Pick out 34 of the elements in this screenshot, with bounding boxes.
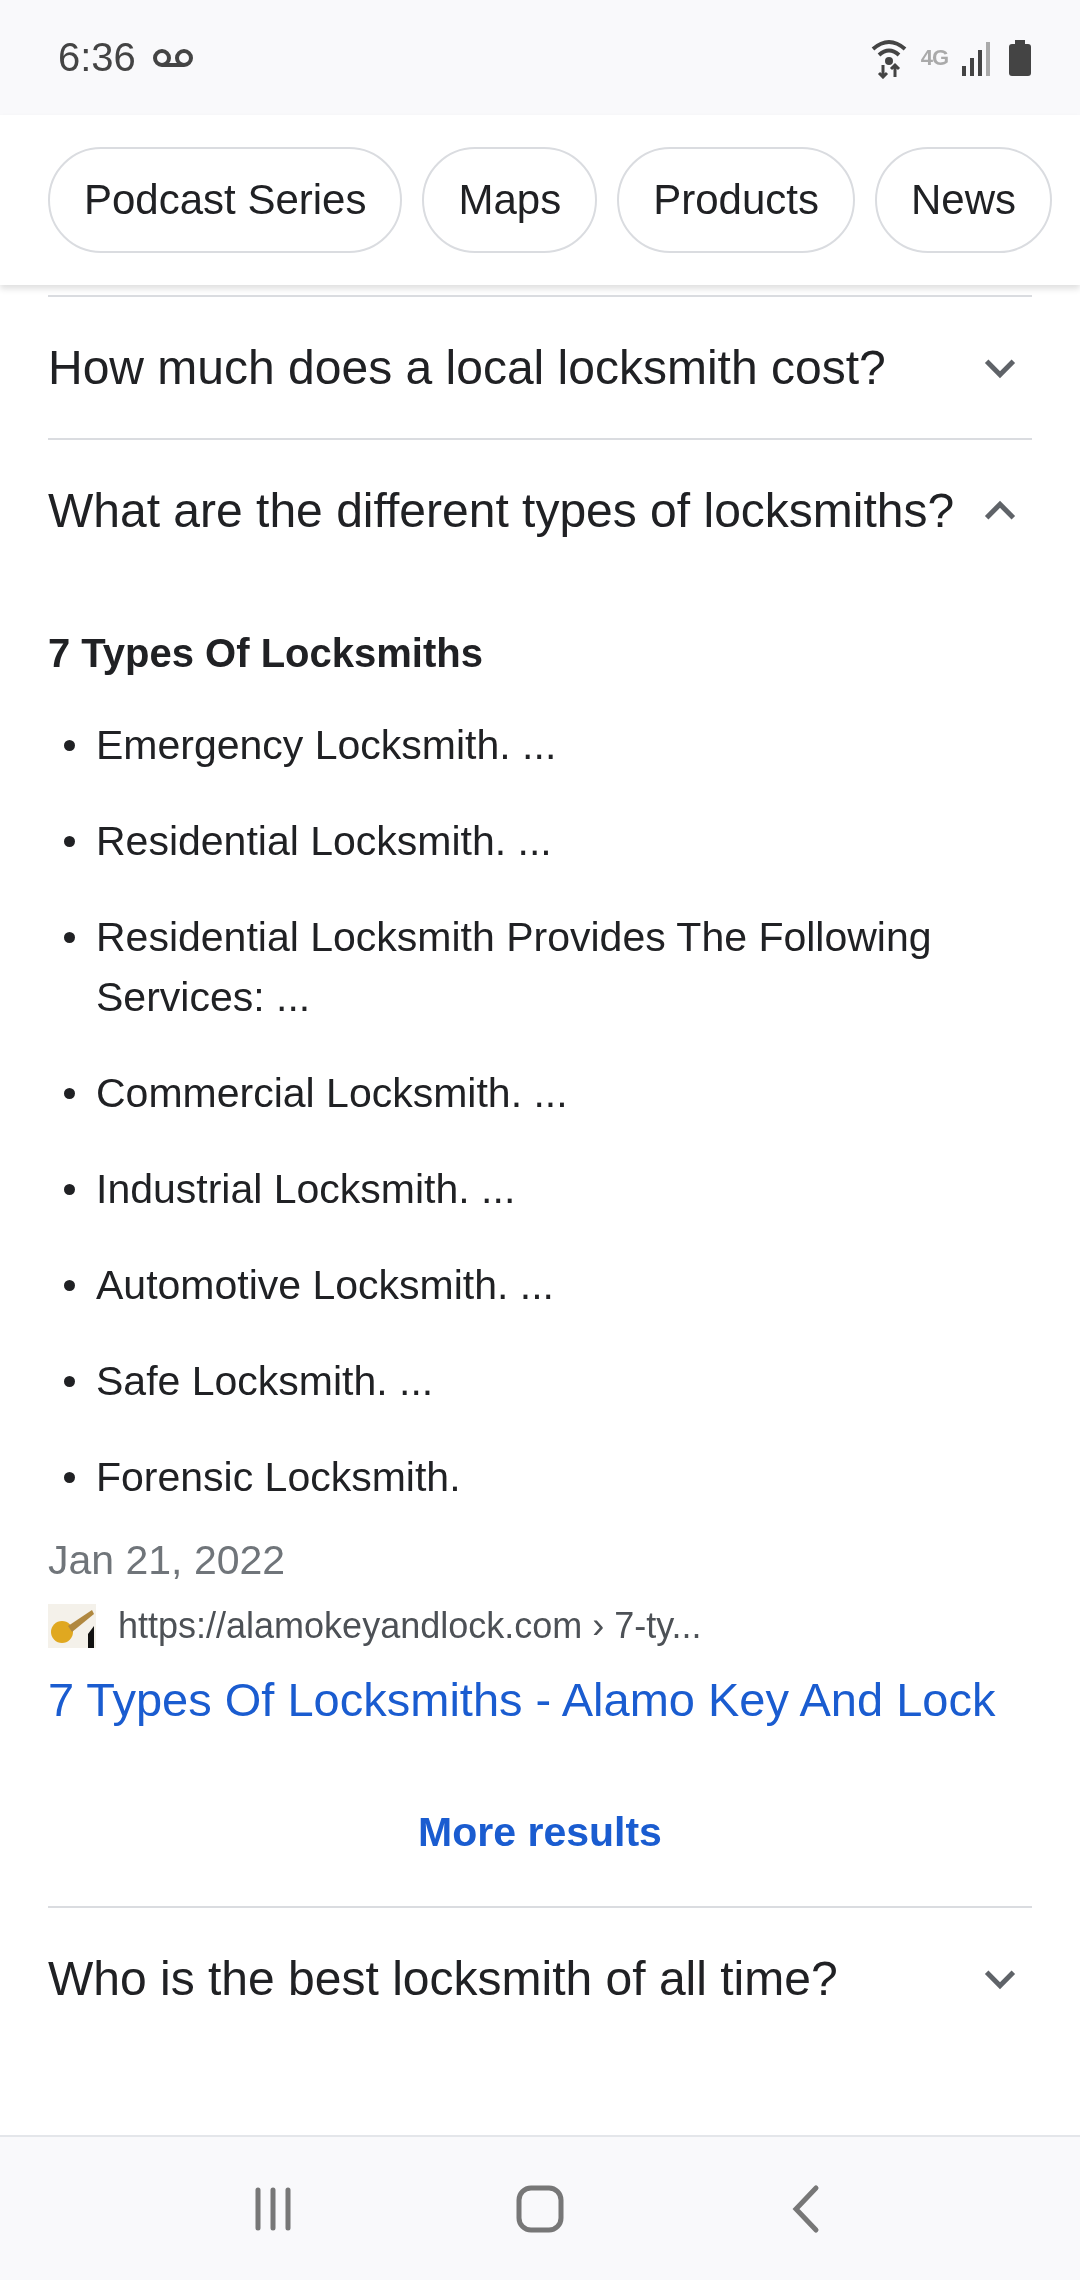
battery-icon — [1008, 39, 1032, 76]
result-link[interactable]: 7 Types Of Locksmiths - Alamo Key And Lock — [48, 1672, 996, 1727]
question-row[interactable]: How much does a local locksmith cost? — [48, 297, 1032, 438]
date: Jan 21, 2022 — [48, 1537, 287, 1584]
list-item: Industrial Locksmith. ... — [96, 1165, 516, 1214]
bullet-icon — [64, 836, 75, 847]
list-item: Residential Locksmith Provides The Following Services: ... — [96, 913, 933, 1022]
filter-chip[interactable]: Products — [617, 147, 855, 253]
list-item: Residential Locksmith. ... — [96, 817, 552, 866]
list-item: Forensic Locksmith. — [96, 1453, 461, 1502]
source-url: https://alamokeyandlock.com › 7-ty... — [118, 1605, 702, 1647]
key-icon — [48, 1604, 96, 1648]
bullet-icon — [64, 1280, 75, 1291]
list-item: Commercial Locksmith. ... — [96, 1069, 568, 1118]
answer-heading: 7 Types Of Locksmiths — [48, 630, 484, 677]
question-row[interactable]: What are the different types of locksmiths? — [48, 440, 1032, 581]
list-item: Automotive Locksmith. ... — [96, 1261, 554, 1310]
bullet-icon — [64, 1472, 75, 1483]
bullet-icon — [64, 1088, 75, 1099]
list-item: Safe Locksmith. ... — [96, 1357, 434, 1406]
bullet-icon — [64, 1376, 75, 1387]
more-results-button[interactable]: More results — [398, 1799, 682, 1866]
list-item: Emergency Locksmith. ... — [96, 721, 557, 770]
network-type: 4G — [920, 44, 948, 71]
filter-chip[interactable]: Podcast Series — [48, 147, 403, 253]
home-icon[interactable] — [515, 2183, 565, 2234]
filter-chip[interactable]: Maps — [422, 147, 598, 253]
clock: 6:36 — [58, 35, 136, 80]
voicemail-icon — [151, 47, 194, 68]
bullet-icon — [64, 1184, 75, 1195]
bullet-icon — [64, 740, 75, 751]
bullet-icon — [64, 932, 75, 943]
question-row[interactable]: Who is the best locksmith of all time? — [48, 1908, 1032, 2049]
filter-chip[interactable]: News — [874, 147, 1052, 253]
